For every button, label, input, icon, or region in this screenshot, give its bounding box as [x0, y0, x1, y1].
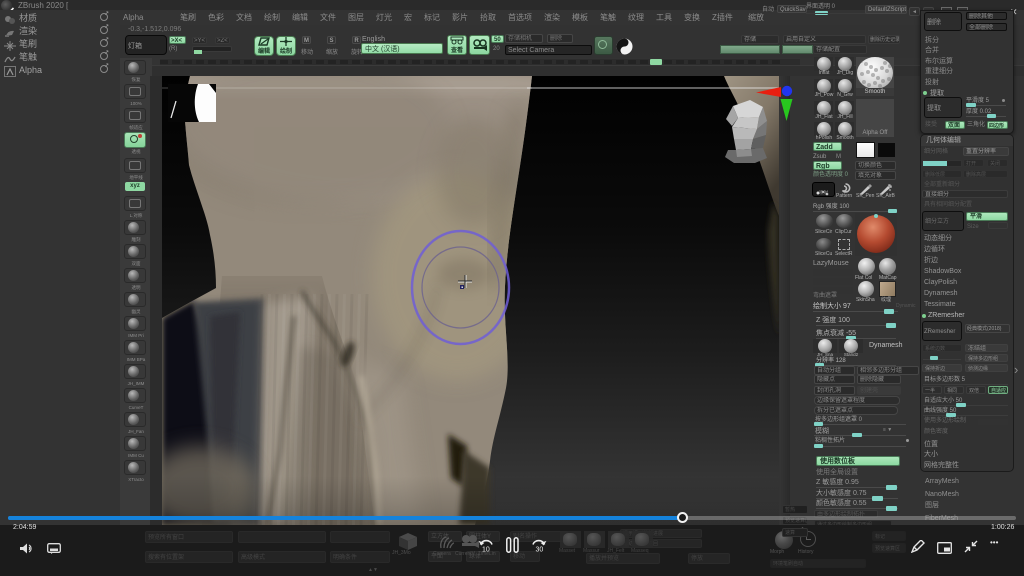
svg-text:10: 10	[482, 547, 490, 554]
svg-text:30: 30	[536, 547, 544, 554]
